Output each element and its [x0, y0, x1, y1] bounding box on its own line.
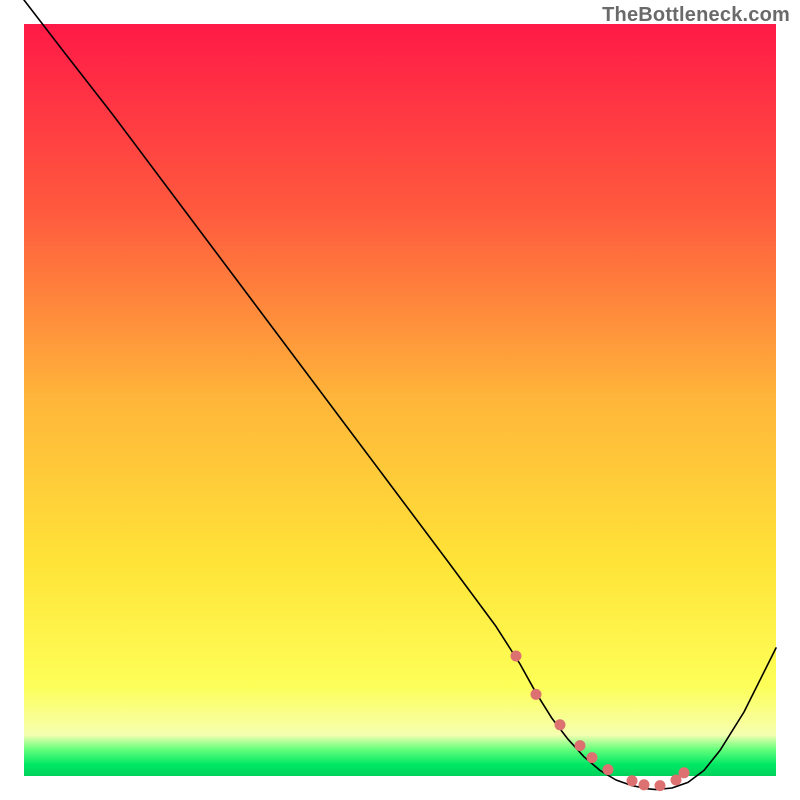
- marker-dot: [639, 779, 650, 790]
- bottleneck-chart: TheBottleneck.com: [0, 0, 800, 800]
- marker-dot: [511, 651, 522, 662]
- marker-dot: [679, 767, 690, 778]
- marker-dot: [603, 764, 614, 775]
- watermark-label: TheBottleneck.com: [602, 4, 790, 27]
- marker-dot: [575, 740, 586, 751]
- gradient-background: [24, 24, 776, 776]
- plot-svg: [0, 0, 800, 800]
- marker-dot: [531, 689, 542, 700]
- marker-dot: [587, 752, 598, 763]
- marker-dot: [627, 775, 638, 786]
- marker-dot: [555, 719, 566, 730]
- marker-dot: [655, 780, 666, 791]
